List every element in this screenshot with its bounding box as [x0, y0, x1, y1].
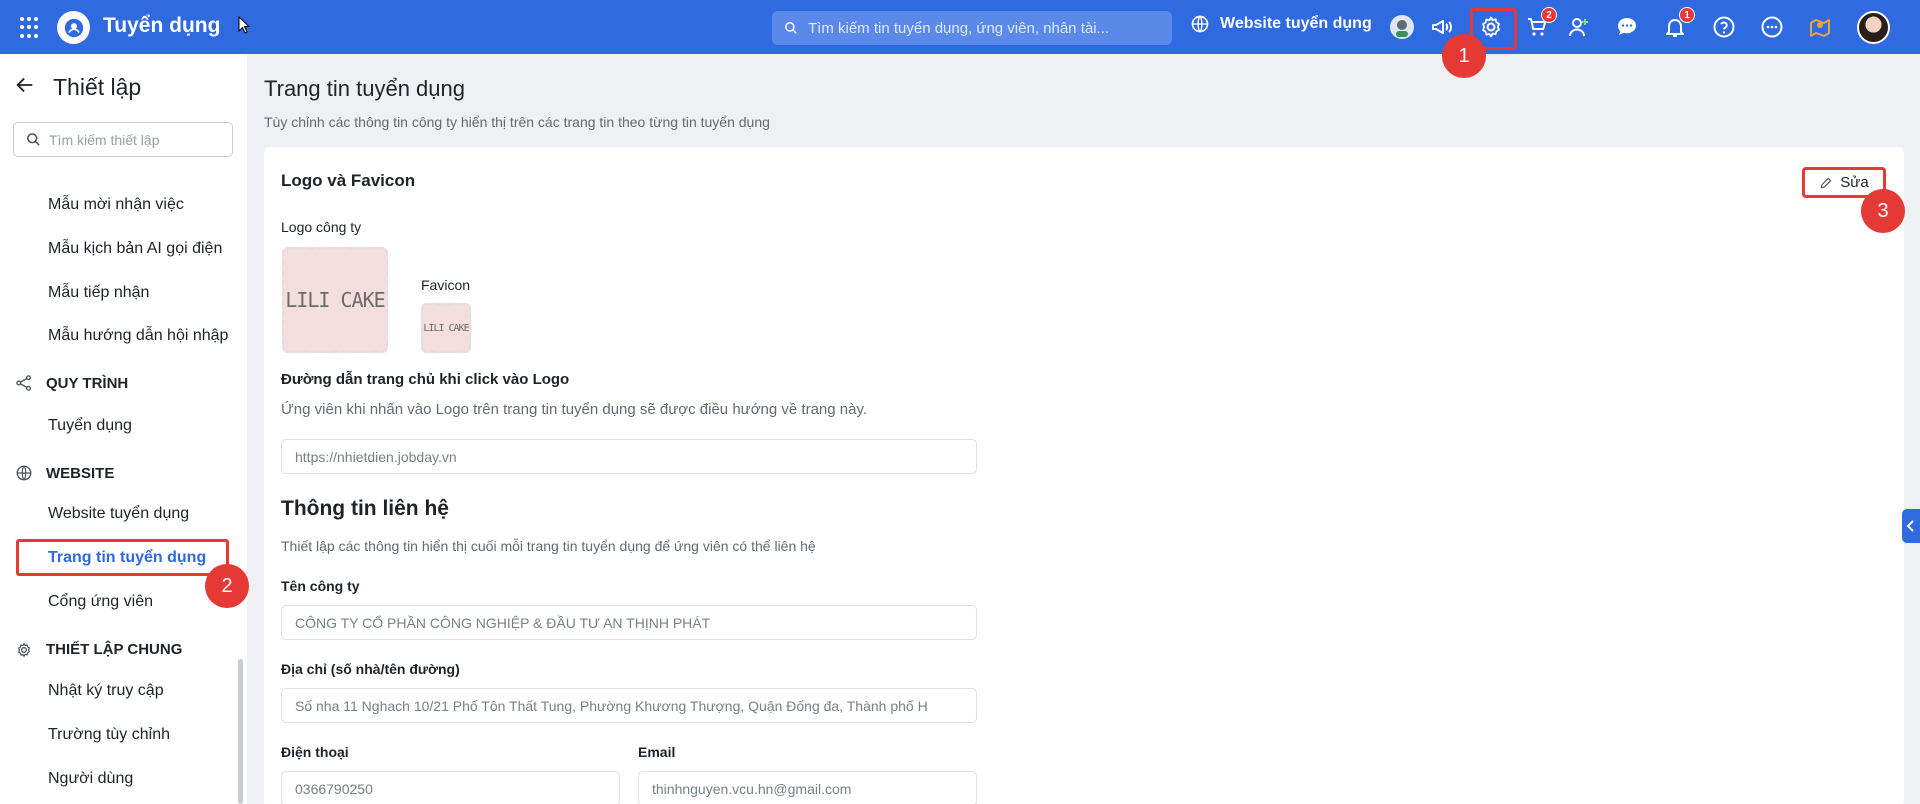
- settings-search[interactable]: [13, 122, 233, 157]
- address-label: Địa chỉ (số nhà/tên đường): [281, 661, 460, 677]
- page-title: Trang tin tuyển dụng: [264, 76, 465, 101]
- add-user-icon[interactable]: [1565, 13, 1593, 41]
- gear-icon: [14, 641, 34, 658]
- sidebar-section-process-label: QUY TRÌNH: [46, 374, 129, 392]
- email-input[interactable]: [652, 780, 976, 797]
- company-name-field[interactable]: [281, 605, 977, 640]
- cart-icon[interactable]: 2: [1523, 7, 1557, 41]
- sidebar-title: Thiết lập: [53, 74, 142, 100]
- help-icon[interactable]: [1710, 13, 1738, 41]
- global-search-input[interactable]: [808, 19, 1158, 37]
- homepage-link-field[interactable]: [281, 439, 977, 474]
- contact-section-description: Thiết lập các thông tin hiển thị cuối mỗ…: [281, 538, 816, 554]
- map-user-icon[interactable]: [1806, 13, 1834, 41]
- search-icon: [27, 133, 40, 146]
- settings-sidebar: Thiết lập Mẫu mời nhận việc Mẫu kịch bản…: [0, 54, 249, 804]
- global-search[interactable]: [772, 11, 1172, 45]
- homepage-link-input[interactable]: [295, 448, 976, 465]
- website-link[interactable]: Website tuyển dụng: [1190, 14, 1372, 34]
- phone-label: Điện thoại: [281, 744, 349, 760]
- recruitment-logo-icon: [57, 11, 90, 44]
- sidebar-item-candidate-portal[interactable]: Cổng ứng viên: [48, 593, 153, 611]
- address-field[interactable]: [281, 688, 977, 723]
- sidebar-item-recruitment-process[interactable]: Tuyển dụng: [48, 417, 132, 435]
- sidebar-item-users[interactable]: Người dùng: [48, 770, 133, 788]
- globe-icon: [1191, 15, 1209, 33]
- sidebar-scrollbar[interactable]: [238, 659, 243, 804]
- bell-icon[interactable]: 1: [1661, 7, 1695, 41]
- bot-avatar-icon[interactable]: [1388, 13, 1416, 41]
- company-logo-label: Logo công ty: [281, 219, 362, 235]
- sidebar-item-ai-call-template[interactable]: Mẫu kịch bản AI gọi điện: [48, 240, 222, 258]
- app-title: Tuyển dụng: [103, 14, 221, 37]
- sidebar-section-website: WEBSITE: [14, 464, 114, 482]
- step-marker-2: 2: [205, 564, 249, 608]
- arrow-left-icon: [16, 77, 33, 93]
- phone-field[interactable]: [281, 771, 620, 804]
- pencil-icon: [1821, 177, 1832, 188]
- collapse-panel-handle[interactable]: [1902, 509, 1920, 543]
- settings-search-input[interactable]: [49, 131, 219, 148]
- chat-icon[interactable]: [1613, 13, 1641, 41]
- homepage-link-label: Đường dẫn trang chủ khi click vào Logo: [281, 371, 570, 388]
- step-marker-1: 1: [1442, 34, 1486, 78]
- logo-section-title: Logo và Favicon: [281, 171, 416, 190]
- share-nodes-icon: [14, 374, 34, 392]
- globe-icon: [14, 464, 34, 482]
- sidebar-section-general-label: THIẾT LẬP CHUNG: [46, 641, 183, 658]
- sidebar-section-process: QUY TRÌNH: [14, 374, 128, 392]
- edit-button-label: Sửa: [1840, 174, 1869, 191]
- sidebar-item-custom-fields[interactable]: Trường tùy chỉnh: [48, 726, 170, 744]
- company-name-label: Tên công ty: [281, 578, 360, 594]
- sidebar-item-recruitment-website[interactable]: Website tuyển dụng: [48, 505, 189, 523]
- sidebar-section-general: THIẾT LẬP CHUNG: [14, 641, 182, 658]
- more-icon[interactable]: [1758, 13, 1786, 41]
- search-icon: [785, 22, 797, 34]
- apps-grid-icon[interactable]: [20, 17, 42, 39]
- mouse-cursor-icon: [238, 15, 251, 39]
- sidebar-section-website-label: WEBSITE: [46, 464, 115, 482]
- contact-section-title: Thông tin liên hệ: [281, 497, 449, 520]
- sidebar-item-reception-template[interactable]: Mẫu tiếp nhận: [48, 284, 149, 302]
- step-marker-3: 3: [1861, 189, 1905, 233]
- company-logo-image: LILI CAKE: [282, 247, 388, 353]
- sidebar-item-offer-template[interactable]: Mẫu mời nhận việc: [48, 196, 184, 214]
- address-input[interactable]: [295, 697, 976, 714]
- user-avatar[interactable]: [1857, 11, 1890, 44]
- phone-input[interactable]: [295, 780, 619, 797]
- page-subtitle: Tùy chỉnh các thông tin công ty hiển thị…: [264, 114, 770, 130]
- company-name-input[interactable]: [295, 614, 976, 631]
- sidebar-item-job-page[interactable]: Trang tin tuyển dụng: [48, 549, 206, 567]
- homepage-link-description: Ứng viên khi nhấn vào Logo trên trang ti…: [281, 401, 867, 418]
- chevron-left-icon: [1906, 520, 1914, 532]
- favicon-label: Favicon: [421, 277, 471, 293]
- notification-badge: 1: [1679, 7, 1695, 23]
- top-bar: Tuyển dụng Website tuyển dụng 1 2 1: [0, 0, 1920, 78]
- website-link-label: Website tuyển dụng: [1220, 15, 1372, 32]
- sidebar-item-onboarding-template[interactable]: Mẫu hướng dẫn hội nhập: [48, 327, 228, 345]
- cart-badge: 2: [1541, 7, 1557, 23]
- back-button[interactable]: [14, 74, 36, 96]
- favicon-image: LILI CAKE: [421, 303, 471, 353]
- sidebar-item-access-log[interactable]: Nhật ký truy cập: [48, 682, 164, 700]
- email-label: Email: [638, 744, 676, 760]
- email-field[interactable]: [638, 771, 977, 804]
